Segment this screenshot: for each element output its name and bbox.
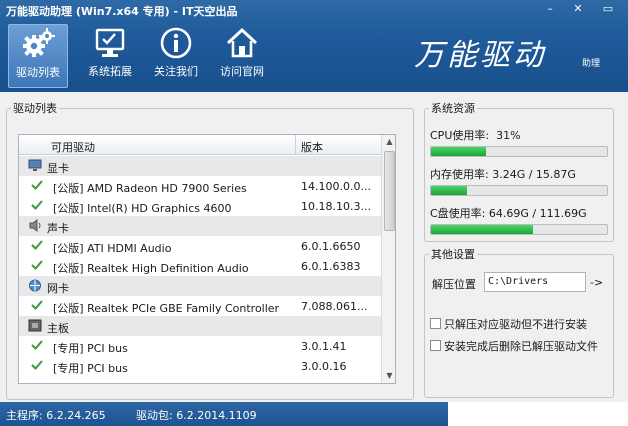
category-name: 主板 [47,322,69,335]
toolbar-label: 系统拓展 [88,65,132,78]
disk-usage-bar [430,224,608,235]
memory-usage-fill [431,186,467,195]
system-resources-title: 系统资源 [431,102,475,115]
option-delete-after-install[interactable]: 安装完成后删除已解压驱动文件 [430,338,614,354]
category-name: 显卡 [47,162,69,175]
toolbar-system-extension-button[interactable]: 系统拓展 [80,24,140,88]
check-icon [31,199,43,211]
driver-version: 14.100.0.0... [301,180,371,193]
option-delete-after-install-label: 安装完成后删除已解压驱动文件 [444,340,598,353]
driver-version: 3.0.0.16 [301,360,347,373]
cpu-usage-value: 31% [496,129,521,142]
network-icon [28,279,42,292]
driver-name: [公版] ATI HDMI Audio [53,242,172,255]
maximize-button[interactable]: ▭ [600,2,616,16]
memory-usage-bar [430,185,608,196]
status-bar: 主程序: 6.2.24.265 驱动包: 6.2.2014.1109 [0,402,448,426]
checkbox[interactable] [430,318,441,329]
unzip-location-label: 解压位置 [432,278,476,291]
scroll-thumb[interactable] [384,151,395,231]
category-row: 声卡 [19,216,381,236]
driver-version: 6.0.1.6650 [301,240,361,253]
brand-logo-text: 万能驱动 [414,38,546,73]
driver-list-title: 驱动列表 [13,102,57,115]
display-card-icon [28,159,42,172]
driver-pack-version: 驱动包: 6.2.2014.1109 [136,409,257,422]
driver-version: 3.0.1.41 [301,340,347,353]
brand-suffix: 助理 [582,59,601,69]
home-icon [212,26,272,60]
driver-row[interactable]: [公版] Realtek PCIe GBE Family Controller 7… [19,296,381,316]
column-header-version[interactable]: 版本 [301,139,323,155]
driver-row[interactable]: [专用] PCI bus 3.0.1.41 [19,336,381,356]
driver-version: 6.0.1.6383 [301,260,361,273]
driver-version: 7.088.061... [301,300,368,313]
scroll-up-arrow-icon[interactable]: ▲ [382,135,395,149]
minimize-button[interactable]: – [542,2,558,16]
check-icon [31,299,43,311]
cpu-usage-bar [430,146,608,157]
checkbox[interactable] [430,340,441,351]
column-divider[interactable] [295,135,296,155]
driver-row[interactable]: [公版] Realtek High Definition Audio 6.0.1.… [19,256,381,276]
toolbar-follow-us-button[interactable]: 关注我们 [146,24,206,88]
column-header-driver[interactable]: 可用驱动 [51,139,95,155]
memory-usage-value: 3.24G / 15.87G [492,168,576,181]
unzip-path-input[interactable]: C:\Drivers [484,272,586,292]
monitor-icon [80,26,140,60]
title-bar: 万能驱动助理 (Win7.x64 专用) - IT天空出品 – ✕ ▭ [0,0,628,20]
category-row: 主板 [19,316,381,336]
category-name: 网卡 [47,282,69,295]
check-icon [31,179,43,191]
toolbar-visit-site-button[interactable]: 访问官网 [212,24,272,88]
check-icon [31,339,43,351]
driver-table[interactable]: 可用驱动 版本 显卡 [公版] AMD Radeon HD 7900 Series… [18,134,396,384]
disk-usage-label: C盘使用率: 64.69G / 111.69G [430,207,587,220]
cpu-usage-fill [431,147,486,156]
category-name: 声卡 [47,222,69,235]
gear-icon [9,27,67,61]
driver-assistant-window: 万能驱动助理 (Win7.x64 专用) - IT天空出品 – ✕ ▭ 驱动列表… [0,0,628,426]
window-title: 万能驱动助理 (Win7.x64 专用) - IT天空出品 [6,5,238,18]
check-icon [31,239,43,251]
driver-name: [专用] PCI bus [53,342,128,355]
other-settings-title: 其他设置 [431,248,475,261]
driver-row[interactable]: [公版] Intel(R) HD Graphics 4600 10.18.10.3… [19,196,381,216]
driver-name: [专用] PCI bus [53,362,128,375]
speaker-icon [28,219,42,232]
scroll-down-arrow-icon[interactable]: ▼ [382,369,395,383]
unzip-browse-button[interactable]: -> [590,276,603,289]
table-header: 可用驱动 版本 [19,135,381,155]
driver-version: 10.18.10.3... [301,200,371,213]
check-icon [31,259,43,271]
driver-row[interactable]: [专用] PCI bus 3.0.0.16 [19,356,381,376]
disk-usage-fill [431,225,533,234]
driver-row[interactable]: [公版] AMD Radeon HD 7900 Series 14.100.0.0… [19,176,381,196]
category-row: 网卡 [19,276,381,296]
driver-name: [公版] AMD Radeon HD 7900 Series [53,182,247,195]
motherboard-icon [28,319,42,332]
check-icon [31,359,43,371]
close-button[interactable]: ✕ [570,2,586,16]
vertical-scrollbar[interactable]: ▲ ▼ [381,135,395,383]
driver-row[interactable]: [公版] ATI HDMI Audio 6.0.1.6650 [19,236,381,256]
toolbar-label: 驱动列表 [16,66,60,79]
memory-usage-label: 内存使用率: 3.24G / 15.87G [430,168,576,181]
header: 万能驱动助理 (Win7.x64 专用) - IT天空出品 – ✕ ▭ 驱动列表… [0,0,628,92]
toolbar-label: 访问官网 [220,65,264,78]
option-extract-only[interactable]: 只解压对应驱动但不进行安装 [430,316,614,332]
driver-name: [公版] Intel(R) HD Graphics 4600 [53,202,232,215]
cpu-usage-label: CPU使用率: 31% [430,129,521,142]
category-row: 显卡 [19,156,381,176]
option-extract-only-label: 只解压对应驱动但不进行安装 [444,318,587,331]
info-icon [146,26,206,60]
driver-name: [公版] Realtek High Definition Audio [53,262,249,275]
toolbar-driver-list-button[interactable]: 驱动列表 [8,24,68,88]
disk-usage-value: 64.69G / 111.69G [488,207,587,220]
toolbar-label: 关注我们 [154,65,198,78]
driver-name: [公版] Realtek PCIe GBE Family Controller [53,302,280,315]
main-program-version: 主程序: 6.2.24.265 [6,409,106,422]
